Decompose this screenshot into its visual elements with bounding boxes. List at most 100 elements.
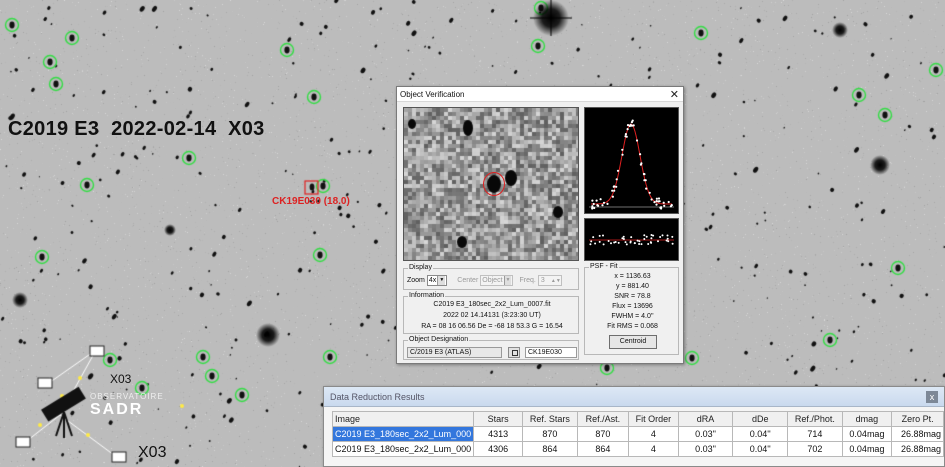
table-cell: 864 — [576, 441, 630, 457]
psf-sample-point — [606, 202, 609, 205]
column-header[interactable]: Fit Order — [628, 411, 679, 427]
residual-point — [638, 240, 641, 243]
residual-point — [643, 234, 646, 237]
chevron-down-icon: ▼ — [437, 276, 446, 285]
psf-fit-group: PSF - Fit x = 1136.63 y = 881.40 SNR = 7… — [584, 263, 679, 355]
psf-sample-point — [591, 206, 594, 209]
psf-sample-point — [629, 123, 632, 126]
title-bar[interactable]: Object Verification ✕ — [397, 87, 683, 102]
table-cell: 0.03'' — [677, 441, 734, 457]
table-cell: 870 — [522, 426, 578, 442]
table-cell: 4 — [628, 441, 679, 457]
psf-fit-curve — [591, 123, 672, 205]
zoom-select[interactable]: 4x ▼ — [426, 275, 448, 286]
residual-point — [661, 234, 664, 237]
psf-sample-point — [655, 203, 658, 206]
window-title: Data Reduction Results — [330, 392, 425, 402]
designation-group: Object Designation C/2019 E3 (ATLAS) CK1… — [403, 336, 579, 360]
psf-sample-point — [639, 163, 642, 166]
psf-sample-point — [613, 185, 616, 188]
residual-point — [610, 242, 612, 245]
column-header[interactable]: Ref./Phot. — [787, 411, 843, 427]
center-select[interactable]: Object ▼ — [480, 275, 514, 286]
residual-point — [647, 243, 650, 245]
table-cell: 0.03'' — [677, 426, 734, 442]
display-group-label: Display — [408, 264, 433, 271]
table-cell: 4 — [628, 426, 679, 442]
table-cell: 0.04'' — [732, 441, 789, 457]
table-row[interactable]: C2019 E3_180sec_2x2_Lum_000 4306 864 864… — [331, 441, 944, 457]
column-header[interactable]: Image — [331, 411, 475, 427]
results-table: Image Stars Ref. Stars Ref./Ast. Fit Ord… — [331, 411, 944, 457]
station-label-1: X03 — [110, 372, 132, 386]
psf-sample-point — [597, 204, 600, 207]
zoom-value: 4x — [428, 277, 437, 284]
column-header[interactable]: Stars — [473, 411, 524, 427]
station-label-2: X03 — [138, 444, 167, 461]
residual-point — [602, 234, 604, 237]
residual-point — [671, 235, 674, 238]
psf-sample-point — [593, 206, 596, 210]
observatory-logo-line1: OBSERVATOIRE — [90, 392, 164, 401]
column-header[interactable]: dRA — [677, 411, 734, 427]
psf-sample-point — [626, 124, 630, 127]
psf-flux: Flux = 13696 — [612, 303, 653, 310]
residual-point — [629, 240, 632, 243]
center-value: Object — [482, 277, 503, 284]
psf-sample-point — [592, 202, 595, 206]
psf-sample-point — [639, 153, 642, 156]
table-cell: 702 — [787, 441, 843, 457]
residual-point — [590, 240, 593, 243]
residual-point — [633, 242, 636, 245]
psf-sample-point — [615, 178, 618, 181]
psf-sample-point — [599, 198, 602, 201]
info-filename: C2019 E3_180sec_2x2_Lum_0007.fit — [433, 301, 551, 308]
column-header[interactable]: Ref./Ast. — [576, 411, 630, 427]
table-cell: 0.04'' — [732, 426, 789, 442]
info-date: 2022 02 14.14131 (3:23:30 UT) — [443, 312, 541, 319]
designation-id-field[interactable]: CK19E030 — [525, 347, 577, 358]
column-header[interactable]: dmag — [841, 411, 893, 427]
table-cell: C2019 E3_180sec_2x2_Lum_000 — [331, 426, 475, 442]
psf-sample-point — [616, 169, 620, 172]
freq-label: Freq. — [519, 277, 536, 284]
psf-sample-point — [655, 200, 658, 203]
table-cell: C2019 E3_180sec_2x2_Lum_000 — [331, 441, 475, 457]
psf-sample-point — [670, 204, 673, 207]
table-cell: 4306 — [473, 441, 524, 457]
psf-sample-point — [613, 189, 616, 192]
observatory-logo-line2: SADR — [90, 401, 144, 418]
psf-sample-point — [657, 197, 661, 200]
freq-stepper[interactable]: 3 ▲▼ — [537, 275, 562, 286]
table-row[interactable]: C2019 E3_180sec_2x2_Lum_000 4313 870 870… — [331, 426, 944, 442]
close-icon[interactable]: x — [926, 391, 938, 403]
residual-point — [650, 234, 653, 236]
target-circle — [483, 172, 505, 196]
title-bar[interactable]: Data Reduction Results x — [324, 387, 944, 407]
column-header[interactable]: Zero Pt. — [891, 411, 944, 427]
psf-sample-point — [595, 199, 598, 202]
psf-sample-point — [624, 135, 627, 138]
designation-lookup-button[interactable] — [508, 347, 520, 358]
psf-sample-point — [643, 173, 646, 176]
column-header[interactable]: dDe — [732, 411, 789, 427]
information-group-label: Information — [408, 292, 446, 299]
psf-fit-rms: Fit RMS = 0.068 — [607, 323, 658, 330]
psf-x: x = 1136.63 — [614, 273, 651, 280]
designation-group-label: Object Designation — [408, 336, 470, 343]
psf-sample-point — [602, 201, 606, 204]
psf-sample-point — [626, 128, 629, 131]
designation-name-field[interactable]: C/2019 E3 (ATLAS) — [407, 347, 502, 358]
residual-point — [617, 241, 620, 244]
psf-sample-point — [667, 200, 670, 204]
table-cell: 26.88mag — [891, 426, 944, 442]
psf-y: y = 881.40 — [616, 283, 649, 290]
close-icon[interactable]: ✕ — [670, 88, 679, 101]
centroid-button[interactable]: Centroid — [609, 335, 657, 349]
psf-sample-point — [615, 185, 618, 188]
zoomed-image-pane[interactable] — [403, 107, 579, 261]
column-header[interactable]: Ref. Stars — [522, 411, 578, 427]
psf-sample-point — [655, 197, 658, 200]
residual-point — [624, 241, 627, 244]
table-cell: 714 — [787, 426, 843, 442]
